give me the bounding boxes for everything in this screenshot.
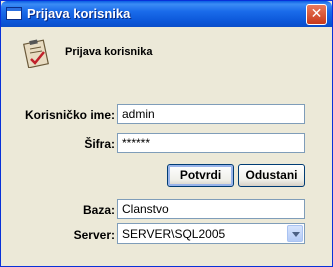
header-title: Prijava korisnika: [65, 46, 153, 58]
clipboard-check-icon: [23, 39, 49, 68]
window-title: Prijava korisnika: [27, 6, 131, 21]
password-input[interactable]: ******: [117, 133, 305, 153]
cancel-button[interactable]: Odustani: [238, 164, 305, 187]
server-label: Server:: [73, 228, 115, 242]
server-select[interactable]: SERVER\SQL2005: [117, 223, 305, 244]
password-label: Šifra:: [84, 137, 115, 151]
confirm-button[interactable]: Potvrdi: [167, 164, 234, 187]
database-label: Baza:: [82, 203, 115, 217]
username-label: Korisničko ime:: [24, 108, 115, 122]
username-input[interactable]: admin: [117, 104, 305, 124]
database-input[interactable]: Clanstvo: [117, 199, 305, 219]
chevron-down-icon[interactable]: [287, 225, 303, 242]
window-icon: [6, 7, 22, 20]
title-bar[interactable]: Prijava korisnika ✕: [1, 1, 332, 27]
server-select-value: SERVER\SQL2005: [122, 227, 226, 241]
close-button[interactable]: ✕: [306, 4, 327, 25]
login-dialog: Prijava korisnika ✕ Prijava korisnika Ko…: [0, 0, 333, 267]
